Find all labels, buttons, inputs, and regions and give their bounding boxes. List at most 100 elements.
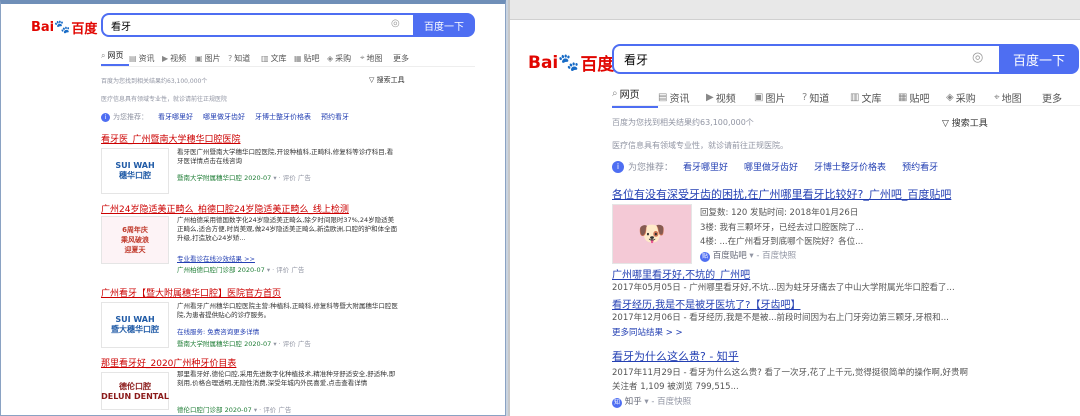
tab-label: 网页 (619, 90, 640, 101)
result-link[interactable]: 专业看诊在线沙效结果 >> (177, 253, 255, 263)
tab-more[interactable]: 更多 (393, 50, 417, 66)
search-tools-label: 搜索工具 (376, 76, 405, 84)
dropdown-icon[interactable]: ▾ · 评价 (254, 406, 276, 414)
result-source[interactable]: 百度贴吧 (713, 251, 747, 261)
document-icon: ▥ (261, 53, 269, 63)
result-source[interactable]: 广州柏德口腔门诊部 (177, 266, 236, 274)
forum-icon: ▦ (294, 53, 302, 63)
tab-label: 贴吧 (909, 93, 930, 105)
ad-badge: 广告 (297, 174, 311, 182)
result-thumbnail[interactable]: 🐶 (612, 204, 692, 264)
result-source[interactable]: 知乎 (625, 397, 642, 407)
left-browser-window: Bai 🐾 百度 看牙 ◎ 百度一下 ⌕ 网页 ▤ 资讯 ▶ 视频 ▣ 图片 ? 知道 ▥ 文库… (0, 0, 506, 416)
result-date: 2020-07 (224, 406, 252, 414)
dropdown-icon[interactable]: ▾ · 评价 (273, 340, 295, 348)
result-line: 4楼: ...在广州看牙到底哪个医院好？各位... (700, 237, 864, 247)
recommend-link[interactable]: 牙博士整牙价格表 (255, 112, 311, 122)
question-icon: ? (802, 91, 808, 103)
recommend-link[interactable]: 预约看牙 (321, 112, 349, 122)
image-icon: ▣ (754, 91, 764, 103)
search-tools-button[interactable]: ▽ 搜索工具 (369, 75, 405, 85)
result-source[interactable]: 暨南大学附属穗华口腔 (177, 340, 242, 348)
right-browser-window: Bai 🐾 百度 看牙 ◎ 百度一下 ⌕ 网页 ▤ 资讯 ▶ 视频 ▣ 图片 ? 知道 ▥ 文库… (508, 0, 1080, 416)
result-title[interactable]: 广州看牙【暨大附属穗华口腔】医院官方首页 (101, 286, 401, 299)
dropdown-icon[interactable]: ▾ · 评价 (267, 266, 289, 274)
result-source-row: 广州柏德口腔门诊部 2020-07 ▾ · 评价 广告 (177, 264, 304, 274)
ad-result: 广州看牙【暨大附属穗华口腔】医院官方首页 (101, 286, 401, 299)
result-logo[interactable]: 6周年庆 乘风破浪 迎夏天 (101, 216, 169, 264)
tab-video[interactable]: ▶ 视频 (162, 50, 195, 66)
tab-tieba[interactable]: ▦ 贴吧 (294, 50, 327, 66)
result-title[interactable]: 看牙医_广州暨南大学穗华口腔医院 (101, 132, 391, 145)
result-extra[interactable]: 在线服务: 免费咨询更多详情 (177, 326, 259, 336)
result-title[interactable]: 各位有没有深受牙齿的困扰,在广州哪里看牙比较好?_广州吧_百度贴吧 (612, 186, 951, 202)
search-input[interactable]: 看牙 (624, 51, 648, 68)
recommend-link[interactable]: 预约看牙 (902, 160, 938, 173)
tab-label: 文库 (861, 93, 882, 105)
result-logo[interactable]: SUI WAH 暨大穗华口腔 (101, 302, 169, 348)
tab-news[interactable]: ▤ 资讯 (129, 50, 162, 66)
result-logo[interactable]: SUI WAH 穗华口腔 (101, 148, 169, 194)
result-title[interactable]: 看牙为什么这么贵? - 知乎 (612, 348, 739, 364)
result-count: 百度为您找到相关结果约63,100,000个 (612, 118, 754, 127)
recommend-label: 为您推荐： (628, 163, 674, 173)
recommend-link[interactable]: 哪里做牙齿好 (744, 160, 798, 173)
tieba-icon: 贴 (700, 252, 710, 262)
recommend-link[interactable]: 哪里做牙齿好 (203, 112, 245, 122)
tab-images[interactable]: ▣ 图片 (195, 50, 228, 66)
video-icon: ▶ (706, 91, 714, 103)
map-icon: ⌖ (360, 53, 365, 62)
baidu-logo[interactable]: Bai 🐾 百度 (31, 18, 97, 37)
search-input[interactable]: 看牙 (111, 18, 131, 33)
tab-label: 视频 (715, 93, 736, 105)
tab-zhidao[interactable]: ? 知道 (228, 50, 261, 66)
more-results-link[interactable]: 更多同站结果 > > (612, 326, 683, 338)
tab-map[interactable]: ⌖ 地图 (360, 50, 393, 66)
dropdown-icon[interactable]: ▾ · 评价 (273, 174, 295, 182)
tab-label: 资讯 (138, 53, 155, 63)
baidu-logo[interactable]: Bai 🐾 百度 (528, 50, 614, 76)
snapshot-link[interactable]: 百度快照 (762, 251, 796, 261)
tab-label: 图片 (765, 93, 786, 105)
search-tools-button[interactable]: ▽ 搜索工具 (942, 116, 988, 129)
search-button[interactable]: 百度一下 (999, 44, 1079, 74)
tab-purchase[interactable]: ◈ 采购 (327, 50, 360, 66)
search-button[interactable]: 百度一下 (413, 13, 475, 37)
result-snippet: 2017年12月06日 - 看牙经历,我是不是被...前段时间因为右上门牙旁边第… (612, 313, 949, 323)
result-date: 2020-07 (244, 340, 272, 348)
result-title[interactable]: 广州哪里看牙好,不坑的_广州吧 (612, 266, 750, 281)
camera-icon[interactable]: ◎ (391, 18, 400, 29)
tab-web[interactable]: ⌕ 网页 (101, 50, 129, 66)
dropdown-icon[interactable]: ▾ - (749, 251, 759, 261)
tab-label: 地图 (366, 53, 383, 63)
divider (612, 105, 1080, 106)
search-icon: ⌕ (612, 88, 618, 99)
result-source[interactable]: 暨南大学附属穗华口腔 (177, 174, 242, 182)
tab-label: 更多 (393, 53, 409, 63)
search-box[interactable]: 看牙 (612, 44, 1000, 74)
puppy-image-icon: 🐶 (638, 221, 666, 247)
tab-label: 地图 (1001, 93, 1022, 105)
result-title[interactable]: 看牙经历,我是不是被牙医坑了?【牙齿吧】 (612, 296, 801, 311)
search-icon: ⌕ (101, 50, 106, 60)
divider (101, 66, 475, 67)
recommend-link[interactable]: 看牙哪里好 (158, 112, 193, 122)
result-title[interactable]: 那里看牙好_2020广州种牙价目表 (101, 356, 401, 369)
result-logo[interactable]: 德伦口腔 DELUN DENTAL (101, 372, 169, 410)
tab-wenku[interactable]: ▥ 文库 (261, 50, 294, 66)
recommend-link[interactable]: 看牙哪里好 (683, 160, 728, 173)
snapshot-link[interactable]: 百度快照 (657, 397, 691, 407)
search-box[interactable]: 看牙 (101, 13, 413, 37)
camera-icon[interactable]: ◎ (972, 50, 983, 65)
tab-label: 文库 (270, 53, 287, 63)
result-source-row: 贴 百度贴吧 ▾ - 百度快照 (700, 249, 796, 262)
ad-badge: 广告 (291, 266, 305, 274)
medical-note: 医疗信息具有领域专业性，就诊请前往正规医院 (101, 96, 228, 103)
result-title[interactable]: 广州24岁隐适美正畸么_柏德口腔24岁隐适美正畸么_线上检测 (101, 202, 401, 215)
cart-icon: ◈ (327, 53, 334, 63)
dropdown-icon[interactable]: ▾ - (644, 397, 654, 407)
result-source[interactable]: 德伦口腔门诊部 (177, 406, 223, 414)
result-line: 3楼: 我有三颗坏牙，已经去过口腔医院了... (700, 223, 864, 233)
result-line: 回复数: 120 发贴时间: 2018年01月26日 (700, 208, 859, 218)
recommend-link[interactable]: 牙博士整牙价格表 (814, 160, 886, 173)
